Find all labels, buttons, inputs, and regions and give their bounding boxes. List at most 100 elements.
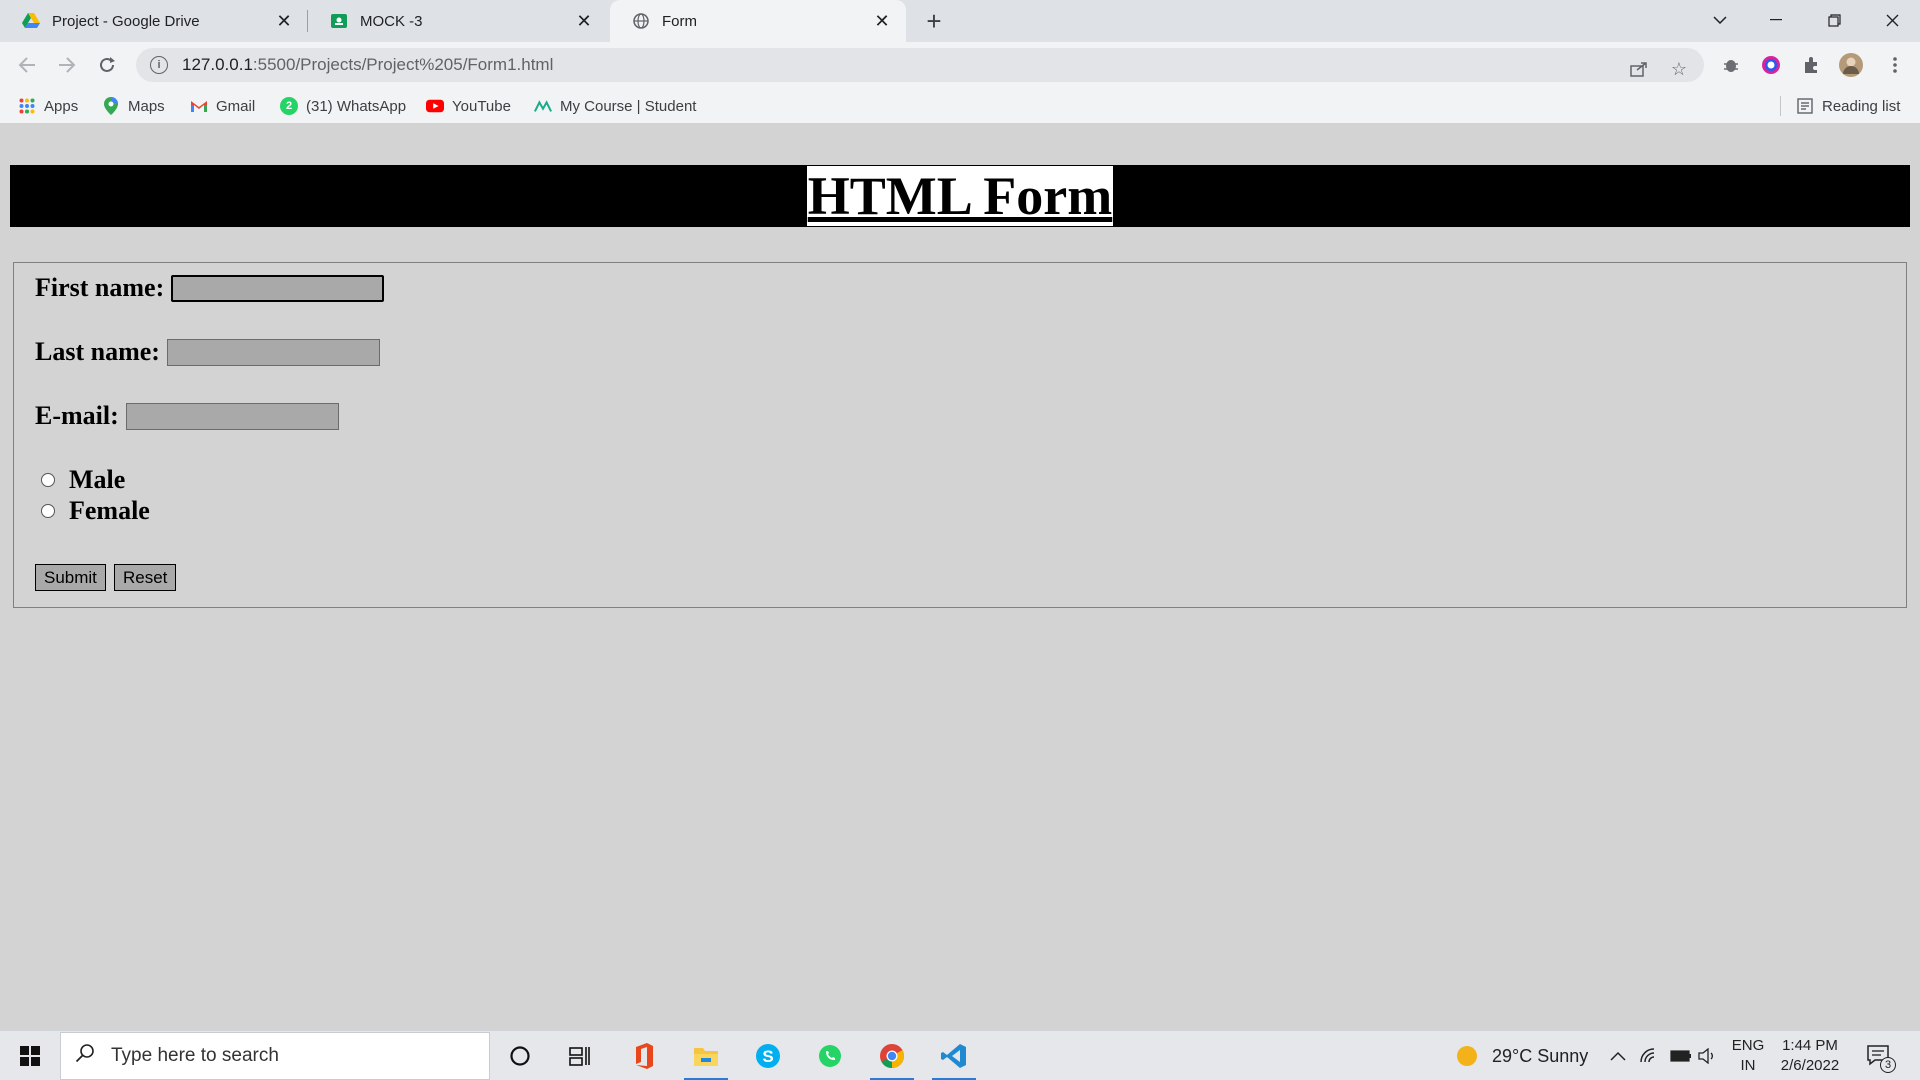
email-row: E-mail: bbox=[35, 401, 339, 431]
apps-grid-icon bbox=[18, 97, 36, 115]
sun-icon bbox=[1457, 1046, 1477, 1066]
tab-title: Project - Google Drive bbox=[52, 12, 200, 30]
reload-button[interactable] bbox=[92, 50, 122, 80]
first-name-input[interactable] bbox=[171, 274, 385, 302]
first-name-label: First name: bbox=[35, 273, 165, 302]
site-info-icon[interactable]: i bbox=[150, 56, 168, 74]
color-picker-extension-icon[interactable] bbox=[1756, 50, 1786, 80]
url-host: 127.0.0.1 bbox=[182, 55, 253, 74]
email-label: E-mail: bbox=[35, 401, 119, 430]
tab-form[interactable]: Form ✕ bbox=[610, 0, 906, 42]
reload-icon bbox=[100, 57, 115, 72]
office-app-icon[interactable] bbox=[618, 1031, 670, 1080]
start-button[interactable] bbox=[0, 1031, 60, 1080]
weather-widget[interactable]: 29°C Sunny bbox=[1456, 1031, 1588, 1080]
search-placeholder: Type here to search bbox=[111, 1045, 279, 1066]
bookmark-label: Apps bbox=[44, 97, 79, 115]
reset-button[interactable]: Reset bbox=[114, 564, 177, 591]
profile-avatar[interactable] bbox=[1836, 50, 1866, 80]
male-label: Male bbox=[69, 465, 126, 494]
browser-menu-icon[interactable] bbox=[1880, 50, 1910, 80]
close-window-button[interactable] bbox=[1864, 0, 1920, 40]
notification-count-badge: 3 bbox=[1880, 1057, 1896, 1073]
extensions-puzzle-icon[interactable] bbox=[1796, 50, 1826, 80]
address-bar[interactable]: i 127.0.0.1:5500/Projects/Project%205/Fo… bbox=[136, 48, 1704, 82]
reading-list-icon bbox=[1796, 97, 1814, 115]
restore-button[interactable] bbox=[1806, 0, 1862, 40]
bookmark-label: (31) WhatsApp bbox=[306, 97, 407, 115]
windows-taskbar: Type here to search S 29°C Sunny ENG IN … bbox=[0, 1030, 1920, 1080]
bookmark-star-icon[interactable]: ☆ bbox=[1664, 54, 1694, 84]
bookmark-apps[interactable]: Apps bbox=[18, 95, 78, 117]
bookmark-my-course[interactable]: My Course | Student bbox=[534, 95, 696, 117]
browser-toolbar: i 127.0.0.1:5500/Projects/Project%205/Fo… bbox=[0, 42, 1920, 88]
bookmark-label: Maps bbox=[128, 97, 165, 115]
page-header-bar: HTML Form bbox=[10, 165, 1910, 227]
male-radio[interactable] bbox=[41, 473, 55, 487]
page-title: HTML Form bbox=[806, 166, 1114, 226]
bookmark-label: My Course | Student bbox=[560, 97, 697, 115]
page-content: HTML Form First name: Last name: E-mail:… bbox=[0, 125, 1920, 1030]
bookmark-label: Gmail bbox=[216, 97, 256, 115]
whatsapp-icon: 2 bbox=[280, 97, 298, 115]
search-icon bbox=[75, 1043, 95, 1069]
show-hidden-icons-button[interactable] bbox=[1610, 1031, 1626, 1080]
bookmarks-bar: Apps Maps Gmail 2 (31) WhatsApp YouTube … bbox=[0, 88, 1920, 124]
minimize-button[interactable] bbox=[1748, 0, 1804, 40]
extension-bug-icon[interactable] bbox=[1716, 50, 1746, 80]
female-radio[interactable] bbox=[41, 504, 55, 518]
svg-text:S: S bbox=[762, 1047, 773, 1066]
close-icon[interactable]: ✕ bbox=[574, 11, 594, 31]
last-name-label: Last name: bbox=[35, 337, 160, 366]
url-text[interactable]: 127.0.0.1:5500/Projects/Project%205/Form… bbox=[182, 55, 553, 75]
bookmark-gmail[interactable]: Gmail bbox=[190, 95, 255, 117]
bookmark-maps[interactable]: Maps bbox=[102, 95, 165, 117]
globe-icon bbox=[632, 12, 650, 30]
chrome-app-icon[interactable] bbox=[866, 1031, 918, 1080]
tab-title: MOCK -3 bbox=[360, 12, 423, 30]
notification-center-button[interactable]: 3 bbox=[1866, 1031, 1896, 1080]
close-icon[interactable]: ✕ bbox=[274, 11, 294, 31]
back-arrow-icon bbox=[18, 57, 35, 73]
back-button[interactable] bbox=[12, 50, 42, 80]
forward-arrow-icon bbox=[59, 57, 76, 73]
tab-search-button[interactable] bbox=[1692, 0, 1748, 40]
google-drive-icon bbox=[22, 12, 40, 30]
tab-google-drive[interactable]: Project - Google Drive ✕ bbox=[0, 0, 308, 42]
registration-form: First name: Last name: E-mail: Male Fema… bbox=[13, 262, 1907, 608]
battery-icon[interactable] bbox=[1670, 1031, 1692, 1080]
bookmark-whatsapp[interactable]: 2 (31) WhatsApp bbox=[280, 95, 406, 117]
url-path: :5500/Projects/Project%205/Form1.html bbox=[252, 55, 554, 74]
bookmark-youtube[interactable]: YouTube bbox=[426, 95, 511, 117]
gender-male-row: Male bbox=[41, 465, 125, 495]
maps-pin-icon bbox=[102, 97, 120, 115]
bookmark-label: YouTube bbox=[452, 97, 511, 115]
google-classroom-icon bbox=[330, 12, 348, 30]
submit-button[interactable]: Submit bbox=[35, 564, 106, 591]
vscode-app-icon[interactable] bbox=[928, 1031, 980, 1080]
forward-button[interactable] bbox=[52, 50, 82, 80]
reading-list-button[interactable]: Reading list bbox=[1796, 95, 1900, 117]
whatsapp-app-icon[interactable] bbox=[804, 1031, 856, 1080]
tab-title: Form bbox=[662, 12, 697, 30]
cortana-button[interactable] bbox=[494, 1031, 546, 1080]
task-view-button[interactable] bbox=[554, 1031, 606, 1080]
share-icon[interactable] bbox=[1624, 54, 1654, 84]
close-icon[interactable]: ✕ bbox=[872, 11, 892, 31]
female-label: Female bbox=[69, 496, 150, 525]
last-name-input[interactable] bbox=[166, 338, 380, 366]
gender-female-row: Female bbox=[41, 496, 150, 526]
file-explorer-icon[interactable] bbox=[680, 1031, 732, 1080]
new-tab-button[interactable]: + bbox=[918, 6, 950, 36]
last-name-row: Last name: bbox=[35, 337, 380, 367]
email-input[interactable] bbox=[125, 402, 339, 430]
youtube-icon bbox=[426, 97, 444, 115]
course-icon bbox=[534, 97, 552, 115]
skype-icon[interactable]: S bbox=[742, 1031, 794, 1080]
clock-date: 2/6/2022 bbox=[1780, 1057, 1840, 1074]
network-icon[interactable] bbox=[1640, 1031, 1658, 1080]
taskbar-search-box[interactable]: Type here to search bbox=[60, 1032, 490, 1080]
system-clock[interactable]: 1:44 PM 2/6/2022 bbox=[1770, 1036, 1850, 1076]
tab-strip: Project - Google Drive ✕ MOCK -3 ✕ Form … bbox=[0, 0, 1920, 42]
tab-mock-3[interactable]: MOCK -3 ✕ bbox=[308, 0, 608, 42]
